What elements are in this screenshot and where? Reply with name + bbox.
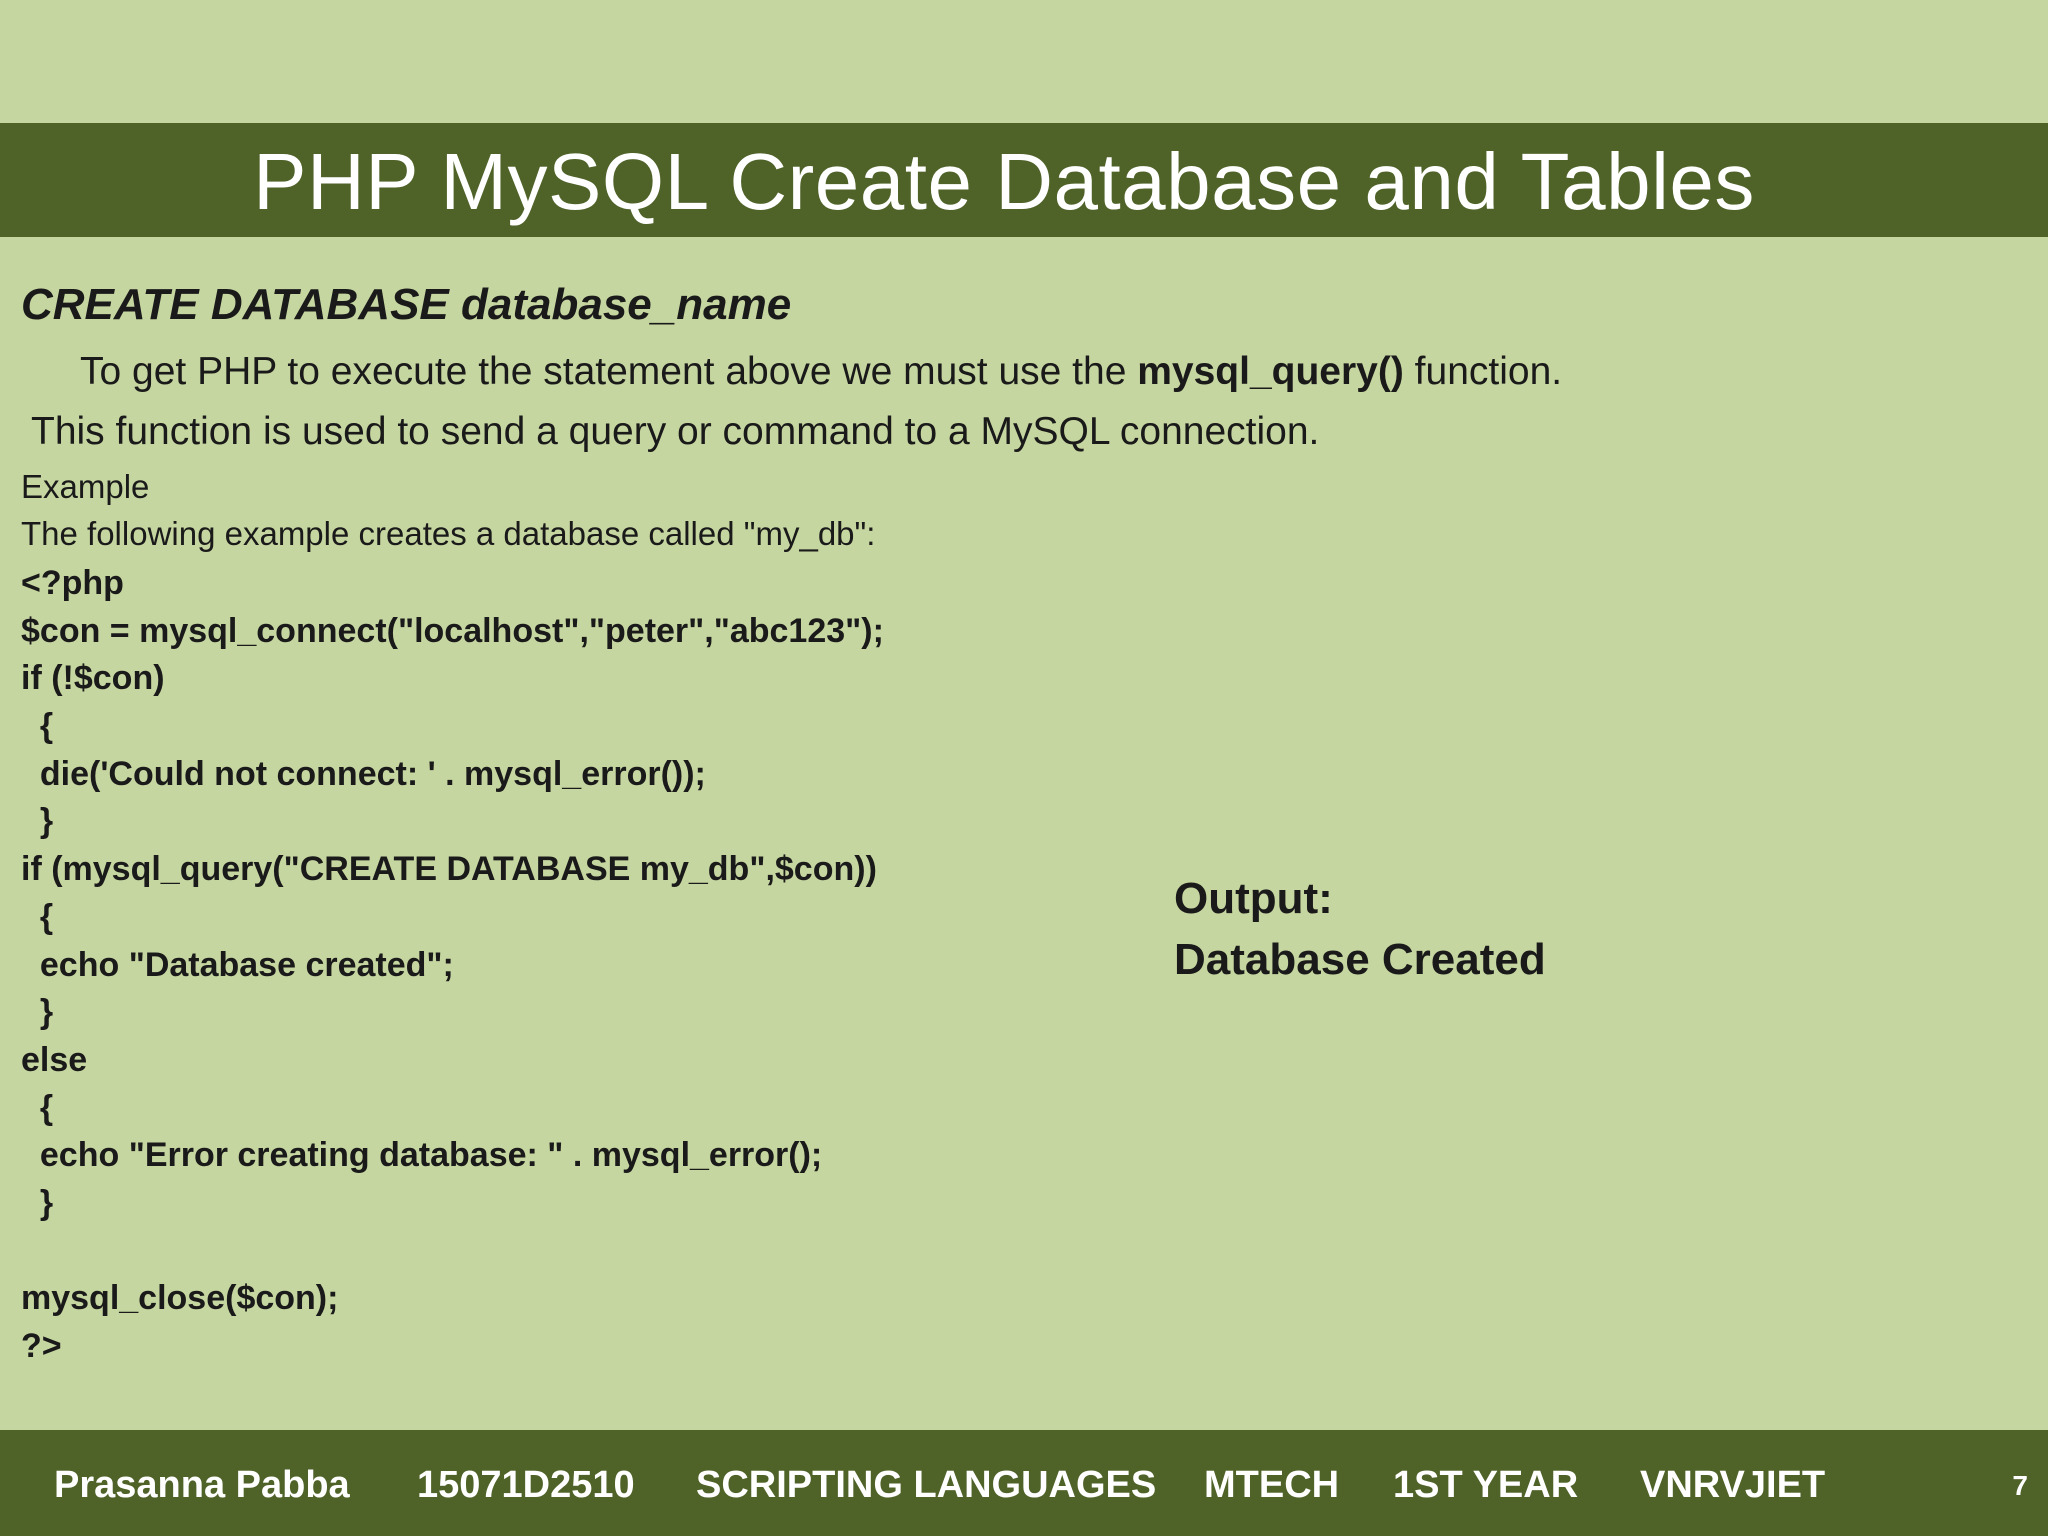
footer-year: 1ST YEAR <box>1393 1464 1579 1506</box>
code-line: { <box>21 897 54 936</box>
intro-paragraph: To get PHP to execute the statement abov… <box>80 350 1562 394</box>
output-value: Database Created <box>1174 935 1546 984</box>
code-line: mysql_close($con); <box>21 1279 339 1318</box>
code-line: die('Could not connect: ' . mysql_error(… <box>21 754 706 793</box>
output-label: Output: <box>1174 874 1333 923</box>
footer-subject: SCRIPTING LANGUAGES <box>696 1464 1157 1506</box>
example-description: The following example creates a database… <box>21 515 876 552</box>
code-line: echo "Error creating database: " . mysql… <box>21 1136 823 1175</box>
intro-paragraph-end: function. <box>1403 350 1563 393</box>
footer-course: MTECH <box>1204 1464 1340 1506</box>
code-line: ?> <box>21 1327 62 1365</box>
sql-syntax-heading: CREATE DATABASE database_name <box>21 280 792 329</box>
slide-title: PHP MySQL Create Database and Tables <box>253 137 1755 226</box>
php-code-block: <?php $con = mysql_connect("localhost","… <box>21 560 884 1371</box>
code-line: if (!$con) <box>21 659 165 698</box>
code-line: { <box>21 1088 54 1127</box>
code-line: } <box>21 802 54 841</box>
code-line: } <box>21 993 54 1032</box>
page-number: 7 <box>2012 1470 2028 1501</box>
function-name: mysql_query() <box>1137 350 1404 393</box>
function-description: This function is used to send a query or… <box>31 410 1320 453</box>
intro-paragraph-start: To get PHP to execute the statement abov… <box>80 350 1138 393</box>
footer-roll-number: 15071D2510 <box>417 1464 635 1506</box>
footer-college: VNRVJIET <box>1640 1464 1826 1506</box>
code-line: { <box>21 707 54 746</box>
code-line: $con = mysql_connect("localhost","peter"… <box>21 611 884 650</box>
code-line: if (mysql_query("CREATE DATABASE my_db",… <box>21 850 877 889</box>
example-label: Example <box>21 468 150 505</box>
footer-author: Prasanna Pabba <box>54 1464 350 1506</box>
slide-footer: Prasanna Pabba 15071D2510 SCRIPTING LANG… <box>0 1430 2048 1536</box>
code-line: else <box>21 1040 88 1079</box>
code-line: echo "Database created"; <box>21 945 454 984</box>
code-line: } <box>21 1183 54 1222</box>
output-section: Output: Database Created <box>1174 868 1546 990</box>
slide-title-bar: PHP MySQL Create Database and Tables <box>0 123 2048 237</box>
code-line: <?php <box>21 564 124 602</box>
